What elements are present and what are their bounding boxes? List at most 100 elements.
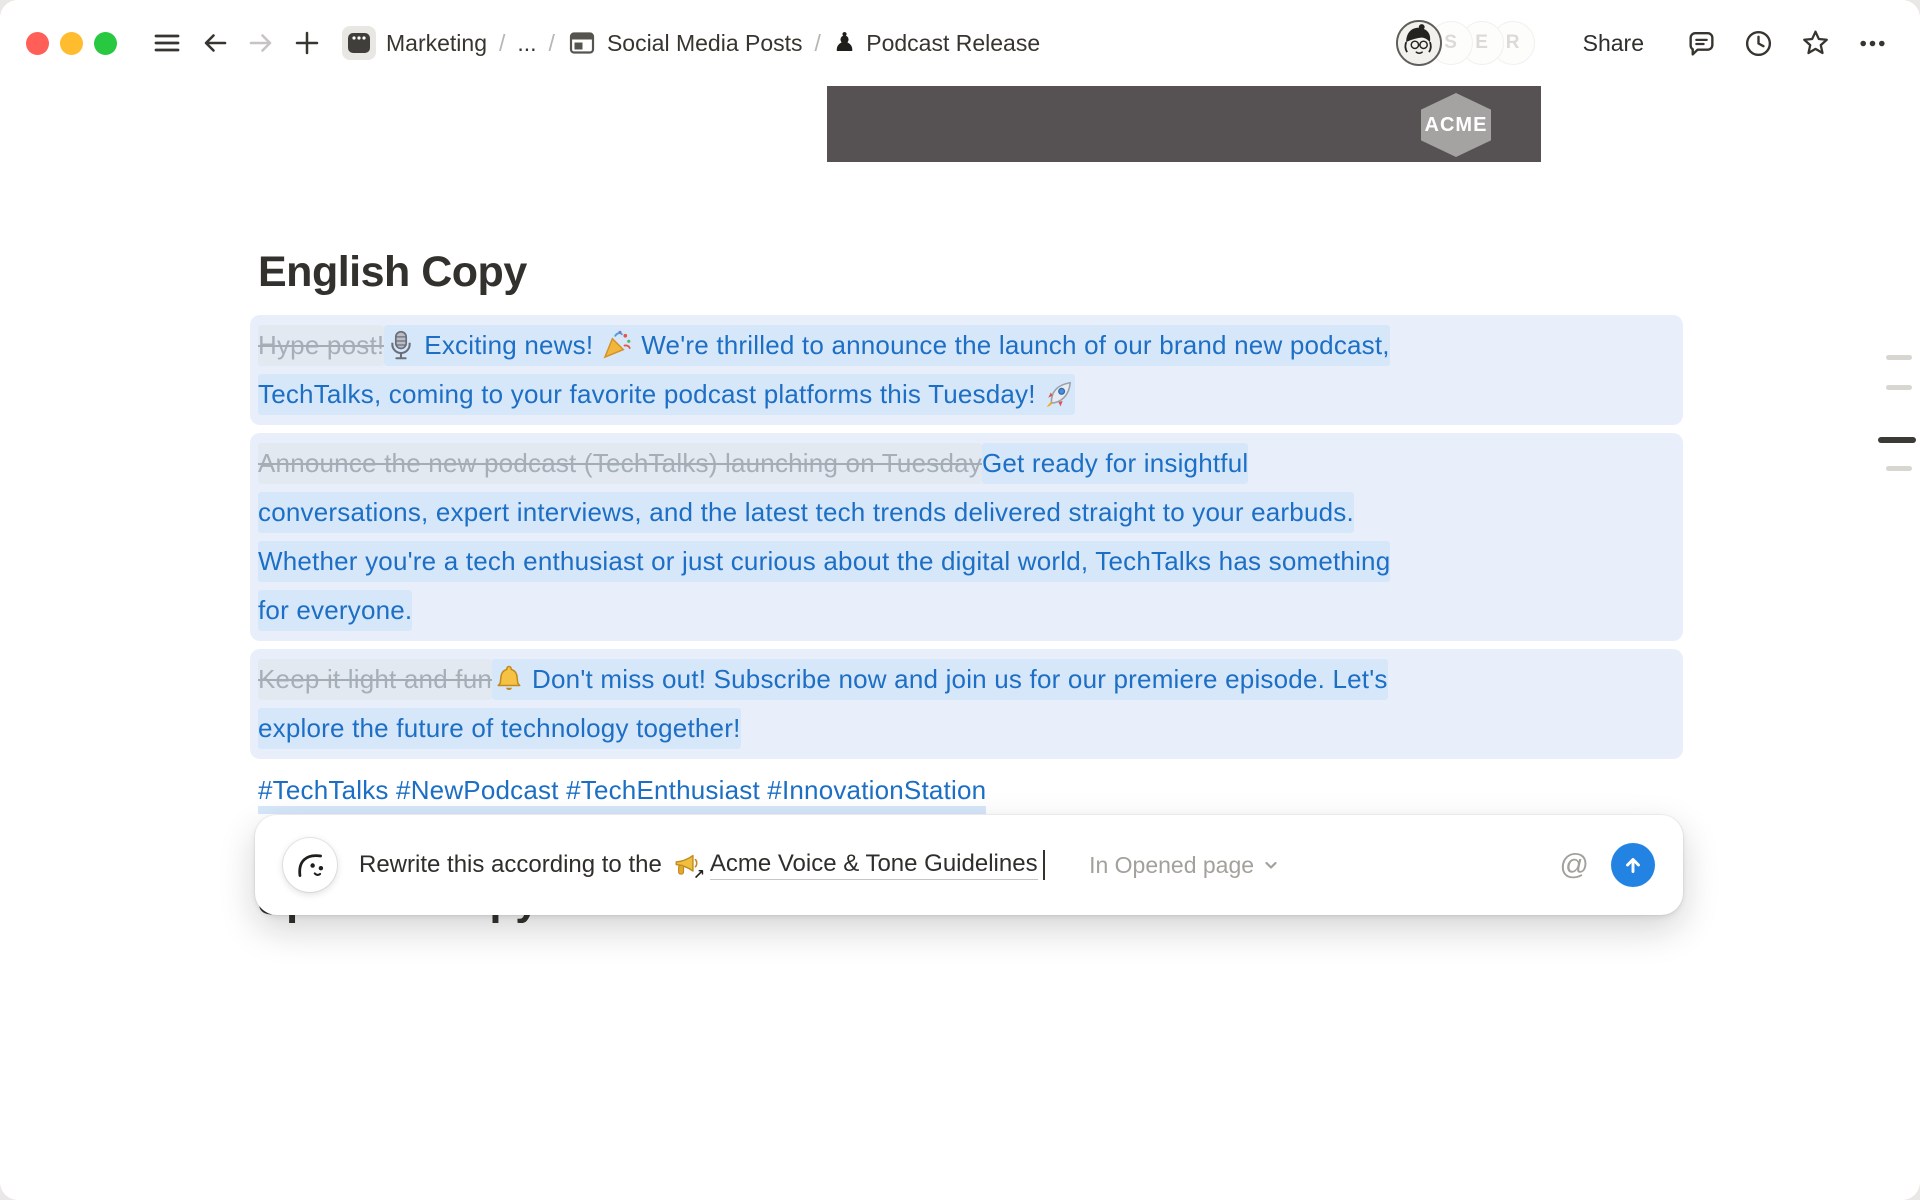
text-line: Keep it light and fun Don't miss out! Sub…	[258, 655, 1675, 704]
avatar-initial: S	[1444, 32, 1457, 54]
scope-selector[interactable]: In Opened page	[1089, 852, 1280, 879]
avatar-initial: E	[1475, 32, 1488, 54]
deleted-text[interactable]: Keep it light and fun	[258, 659, 492, 700]
suggested-text[interactable]: Whether you're a tech enthusiast or just…	[258, 541, 1390, 582]
hashtag-line[interactable]: #TechTalks #NewPodcast #TechEnthusiast #…	[258, 775, 1683, 806]
page-mention-link[interactable]: Acme Voice & Tone Guidelines	[710, 850, 1038, 880]
workspace-icon	[342, 26, 376, 60]
rocket-emoji	[1045, 379, 1075, 409]
deleted-text[interactable]: Hype post!	[258, 325, 384, 366]
breadcrumb-item-social-media-posts[interactable]: Social Media Posts	[563, 26, 807, 60]
arrow-left-icon	[200, 28, 230, 58]
avatar[interactable]	[1396, 20, 1442, 66]
page-heading[interactable]: English Copy	[258, 248, 1683, 297]
breadcrumb-separator: /	[499, 30, 505, 57]
forward-button[interactable]	[246, 28, 276, 58]
text-line: TechTalks, coming to your favorite podca…	[258, 370, 1675, 419]
breadcrumb-item-marketing[interactable]: Marketing	[338, 24, 491, 62]
plus-icon	[292, 28, 322, 58]
breadcrumb: Marketing / ... / Social Media Posts / ♟…	[338, 24, 1044, 62]
title-bar: Marketing / ... / Social Media Posts / ♟…	[0, 0, 1920, 86]
suggestion-block[interactable]: Announce the new podcast (TechTalks) lau…	[250, 433, 1683, 641]
share-button[interactable]: Share	[1575, 24, 1652, 63]
text-line: Announce the new podcast (TechTalks) lau…	[258, 439, 1675, 488]
party-popper-emoji	[602, 330, 632, 360]
suggestion-block[interactable]: Keep it light and fun Don't miss out! Sub…	[250, 649, 1683, 759]
text-line: Whether you're a tech enthusiast or just…	[258, 537, 1675, 586]
breadcrumb-separator: /	[549, 30, 555, 57]
text-cursor	[1043, 850, 1046, 880]
text-line: Hype post! Exciting news! We're thrilled t…	[258, 321, 1675, 370]
ai-prompt-bar[interactable]: Rewrite this according to the ↗ Acme Voi…	[255, 815, 1683, 915]
edit-marker[interactable]	[1886, 355, 1912, 360]
favorite-button[interactable]	[1794, 22, 1837, 65]
window-controls	[26, 32, 128, 55]
megaphone-emoji: ↗	[673, 851, 701, 879]
suggested-text[interactable]: Exciting news! We're thrilled to announce…	[384, 325, 1389, 366]
suggested-text[interactable]: explore the future of technology togethe…	[258, 708, 741, 749]
page-content: English Copy Hype post! Exciting news! We'…	[258, 248, 1683, 806]
comments-button[interactable]	[1680, 22, 1723, 65]
arrow-right-icon	[246, 28, 276, 58]
avatar-initial: R	[1506, 32, 1520, 54]
board-view-icon	[567, 28, 597, 58]
notion-ai-face-icon	[283, 838, 337, 892]
studio-microphone-emoji	[386, 330, 416, 360]
submit-prompt-button[interactable]	[1611, 843, 1655, 887]
presence-avatars: S E R	[1396, 20, 1535, 66]
suggested-text-run: Exciting news!	[424, 330, 593, 360]
mention-button[interactable]: @	[1560, 849, 1589, 882]
suggested-text[interactable]: conversations, expert interviews, and th…	[258, 492, 1354, 533]
chevron-down-icon	[1262, 857, 1280, 873]
suggested-text[interactable]: TechTalks, coming to your favorite podca…	[258, 374, 1075, 415]
breadcrumb-item-podcast-release[interactable]: ♟ Podcast Release	[829, 28, 1044, 59]
suggested-text[interactable]: Don't miss out! Subscribe now and join u…	[492, 659, 1388, 700]
scope-label: In Opened page	[1089, 852, 1254, 879]
clock-icon	[1743, 28, 1774, 59]
minimize-window-button[interactable]	[60, 32, 83, 55]
breadcrumb-ellipsis[interactable]: ...	[513, 28, 540, 59]
history-button[interactable]	[1737, 22, 1780, 65]
breadcrumb-label: Social Media Posts	[607, 30, 803, 57]
hamburger-menu-icon	[152, 28, 182, 58]
page-cover-image: ACME	[827, 86, 1541, 162]
breadcrumb-label: Podcast Release	[866, 30, 1040, 57]
ai-bar-actions: @	[1560, 843, 1655, 887]
text-line: conversations, expert interviews, and th…	[258, 488, 1675, 537]
suggested-text-run: We're thrilled to announce the launch of…	[641, 330, 1389, 360]
text-line: explore the future of technology togethe…	[258, 704, 1675, 753]
suggested-text[interactable]: for everyone.	[258, 590, 412, 631]
ai-prompt-input[interactable]: Rewrite this according to the ↗ Acme Voi…	[359, 850, 1045, 880]
edit-marker-current[interactable]	[1878, 437, 1916, 443]
link-arrow-icon: ↗	[693, 867, 705, 883]
arrow-up-icon	[1621, 853, 1645, 877]
fullscreen-window-button[interactable]	[94, 32, 117, 55]
comment-icon	[1686, 28, 1717, 59]
app-window: Marketing / ... / Social Media Posts / ♟…	[0, 0, 1920, 1200]
suggested-text-run: TechTalks, coming to your favorite podca…	[258, 379, 1036, 409]
breadcrumb-label: Marketing	[386, 30, 487, 57]
suggested-text-run: Don't miss out! Subscribe now and join u…	[532, 664, 1388, 694]
acme-logo-badge: ACME	[1421, 93, 1491, 157]
hashtags-text: #TechTalks #NewPodcast #TechEnthusiast #…	[258, 775, 986, 814]
breadcrumb-separator: /	[815, 30, 821, 57]
edit-marker[interactable]	[1886, 385, 1912, 390]
back-button[interactable]	[200, 28, 230, 58]
chess-pawn-emoji: ♟	[833, 30, 856, 56]
prompt-text: Rewrite this according to the	[359, 851, 662, 879]
text-line: for everyone.	[258, 586, 1675, 635]
bell-emoji	[494, 664, 524, 694]
user-avatar-illustration	[1398, 22, 1440, 64]
more-options-button[interactable]	[1851, 22, 1894, 65]
new-page-button[interactable]	[292, 28, 322, 58]
titlebar-right: S E R Share	[1396, 20, 1894, 66]
acme-logo-text: ACME	[1425, 114, 1488, 137]
star-icon	[1800, 28, 1831, 59]
close-window-button[interactable]	[26, 32, 49, 55]
deleted-text[interactable]: Announce the new podcast (TechTalks) lau…	[258, 443, 982, 484]
suggestion-block[interactable]: Hype post! Exciting news! We're thrilled t…	[250, 315, 1683, 425]
sidebar-toggle-button[interactable]	[152, 28, 182, 58]
suggested-text[interactable]: Get ready for insightful	[982, 443, 1248, 484]
edit-marker[interactable]	[1886, 466, 1912, 471]
ellipsis-icon	[1857, 28, 1888, 59]
